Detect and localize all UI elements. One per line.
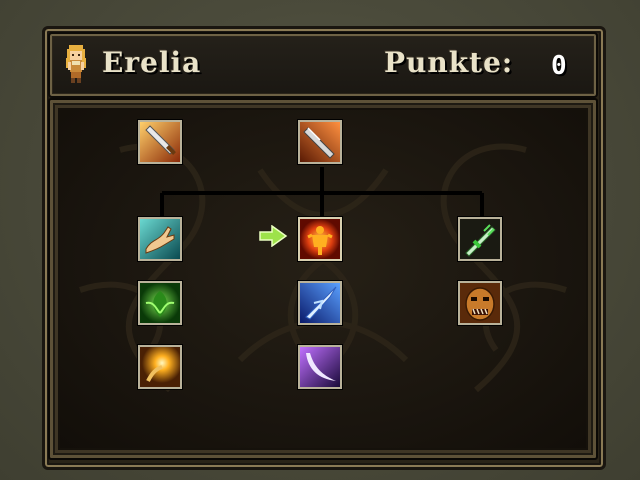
greatsword-icon[interactable] xyxy=(298,120,342,164)
points-value: 0 xyxy=(551,51,567,81)
hero-portrait-icon xyxy=(63,44,89,84)
green-arrow-icon xyxy=(258,224,288,248)
fire-aura-icon[interactable] xyxy=(298,217,342,261)
character-name: Erelia xyxy=(102,46,202,79)
sword-strike-icon[interactable] xyxy=(138,120,182,164)
shadow-slash-icon[interactable] xyxy=(298,345,342,389)
healing-hand-icon[interactable] xyxy=(138,217,182,261)
ice-lance-icon[interactable] xyxy=(298,281,342,325)
holy-light-icon[interactable] xyxy=(138,345,182,389)
nature-spirit-icon[interactable] xyxy=(138,281,182,325)
demon-mask-icon[interactable] xyxy=(458,281,502,325)
points-label: Punkte: xyxy=(384,46,514,79)
green-dagger-icon[interactable] xyxy=(458,217,502,261)
